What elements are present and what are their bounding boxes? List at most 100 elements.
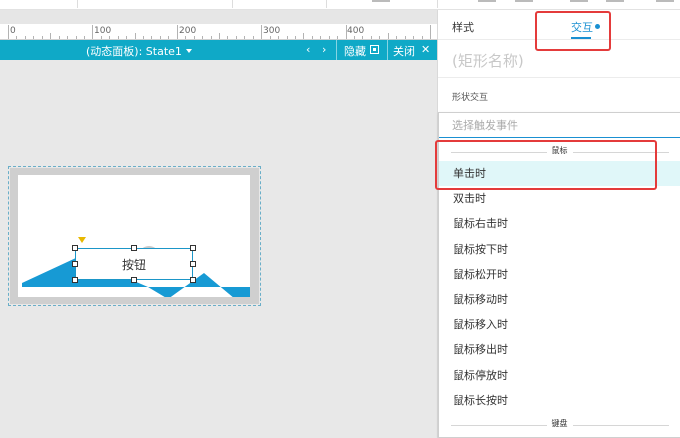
ruler-tick [252, 36, 254, 39]
ruler-tick [294, 36, 296, 39]
toolbar-button-edge[interactable] [606, 0, 624, 2]
close-icon[interactable]: ✕ [421, 43, 430, 56]
chevron-left-icon[interactable]: ‹ [306, 43, 310, 56]
tab-style[interactable]: 样式 [452, 19, 474, 35]
button-widget-label: 按钮 [121, 257, 146, 272]
ruler-tick [50, 33, 52, 39]
ruler-tick [370, 36, 372, 39]
event-item-long-press[interactable]: 鼠标长按时 [439, 388, 680, 413]
event-item-mouse-move[interactable]: 鼠标移动时 [439, 287, 680, 312]
event-item-mouse-enter[interactable]: 鼠标移入时 [439, 312, 680, 337]
toolbar-separator [77, 0, 78, 8]
event-item-right-click[interactable]: 鼠标右击时 [439, 211, 680, 236]
ruler-tick [396, 36, 398, 39]
ruler-tick [227, 36, 229, 39]
toolbar-button-edge[interactable] [570, 0, 588, 2]
toolbar-separator [232, 0, 233, 8]
ruler-label: 400 [347, 26, 365, 36]
ruler-tick [421, 36, 423, 39]
event-item-mouse-leave[interactable]: 鼠标移出时 [439, 337, 680, 362]
ruler-tick [185, 36, 187, 39]
state-selector[interactable]: (动态面板): State1 [86, 43, 192, 59]
resize-handle[interactable] [131, 277, 137, 283]
event-item-mouse-down[interactable]: 鼠标按下时 [439, 237, 680, 262]
resize-handle[interactable] [190, 245, 196, 251]
close-panel-button[interactable]: 关闭 [393, 43, 415, 59]
ruler-tick [311, 36, 313, 39]
ruler-tick [202, 36, 204, 39]
ruler-tick [100, 36, 102, 39]
highlight-annotation [435, 140, 657, 190]
hide-button[interactable]: 隐藏 [344, 43, 366, 59]
ruler-tick [193, 36, 195, 39]
ruler-tick [8, 25, 9, 39]
ruler-tick [269, 36, 271, 39]
ruler-tick [176, 25, 178, 39]
ruler-tick [109, 36, 111, 39]
toolbar-button-edge[interactable] [515, 0, 533, 2]
highlight-annotation [535, 11, 611, 51]
ruler-tick [117, 36, 119, 39]
toolbar-separator [326, 0, 327, 8]
ruler-tick [83, 36, 85, 39]
ruler-tick [67, 36, 69, 39]
state-selector-label: (动态面板): State1 [86, 45, 182, 58]
event-dropdown: 鼠标 单击时 双击时 鼠标右击时 鼠标按下时 鼠标松开时 鼠标移动时 鼠标移入时… [435, 112, 680, 438]
chevron-right-icon[interactable]: › [322, 43, 326, 56]
toolbar-button-edge[interactable] [478, 0, 496, 2]
ruler-tick [337, 36, 339, 39]
ruler-label: 100 [94, 26, 112, 36]
ruler-tick [41, 36, 43, 39]
group-label-wrap: 键盘 [439, 418, 680, 429]
inspector-tabs: 样式 交互 [438, 10, 680, 51]
ruler-tick [328, 36, 330, 39]
resize-handle[interactable] [72, 261, 78, 267]
group-label: 键盘 [546, 419, 573, 428]
ruler-tick [261, 25, 263, 39]
ruler-tick [143, 36, 145, 39]
ruler-tick [303, 33, 305, 39]
ruler-tick [24, 36, 26, 39]
ruler-tick [33, 36, 35, 39]
bar-divider [387, 40, 388, 60]
resize-handle[interactable] [72, 245, 78, 251]
event-item-mouse-hover[interactable]: 鼠标停放时 [439, 363, 680, 388]
ruler-tick [345, 25, 347, 39]
ruler-tick [235, 36, 237, 39]
ruler-tick [16, 36, 18, 39]
event-list: 单击时 双击时 鼠标右击时 鼠标按下时 鼠标松开时 鼠标移动时 鼠标移入时 鼠标… [439, 161, 680, 413]
dynamic-panel-bar: (动态面板): State1 ‹ › 隐藏 关闭 ✕ [0, 40, 437, 60]
ruler-tick [362, 36, 364, 39]
event-search-input[interactable] [439, 113, 680, 138]
resize-handle[interactable] [72, 277, 78, 283]
ruler-tick [286, 36, 288, 39]
resize-handle[interactable] [131, 245, 137, 251]
ruler-tick [168, 36, 170, 39]
ruler-label: 200 [179, 26, 197, 36]
ruler-tick [278, 36, 280, 39]
resize-handle[interactable] [190, 261, 196, 267]
toolbar-button-edge[interactable] [372, 0, 390, 2]
ruler-tick [134, 33, 136, 39]
section-label: 形状交互 [452, 93, 489, 103]
ruler-label: 300 [263, 26, 281, 36]
ruler-label: 0 [10, 26, 16, 36]
ruler-tick [126, 36, 128, 39]
ruler-tick [244, 36, 246, 39]
resize-handle[interactable] [190, 277, 196, 283]
fit-icon[interactable] [370, 45, 379, 54]
divider [438, 77, 680, 78]
ruler-tick [430, 25, 431, 39]
ruler-tick [354, 36, 356, 39]
toolbar-button-edge[interactable] [656, 0, 674, 2]
canvas-button-widget[interactable]: 按钮 [75, 248, 193, 280]
anchor-marker-icon[interactable] [78, 237, 86, 243]
ruler-tick [219, 33, 220, 39]
ruler-tick [159, 36, 161, 39]
ruler-tick [413, 36, 415, 39]
shape-name-field[interactable]: (矩形名称) [452, 50, 524, 71]
top-toolbar [0, 0, 680, 10]
event-item-mouse-up[interactable]: 鼠标松开时 [439, 262, 680, 287]
horizontal-ruler: 0 100 200 300 400 [0, 24, 448, 40]
bar-divider [336, 40, 337, 60]
